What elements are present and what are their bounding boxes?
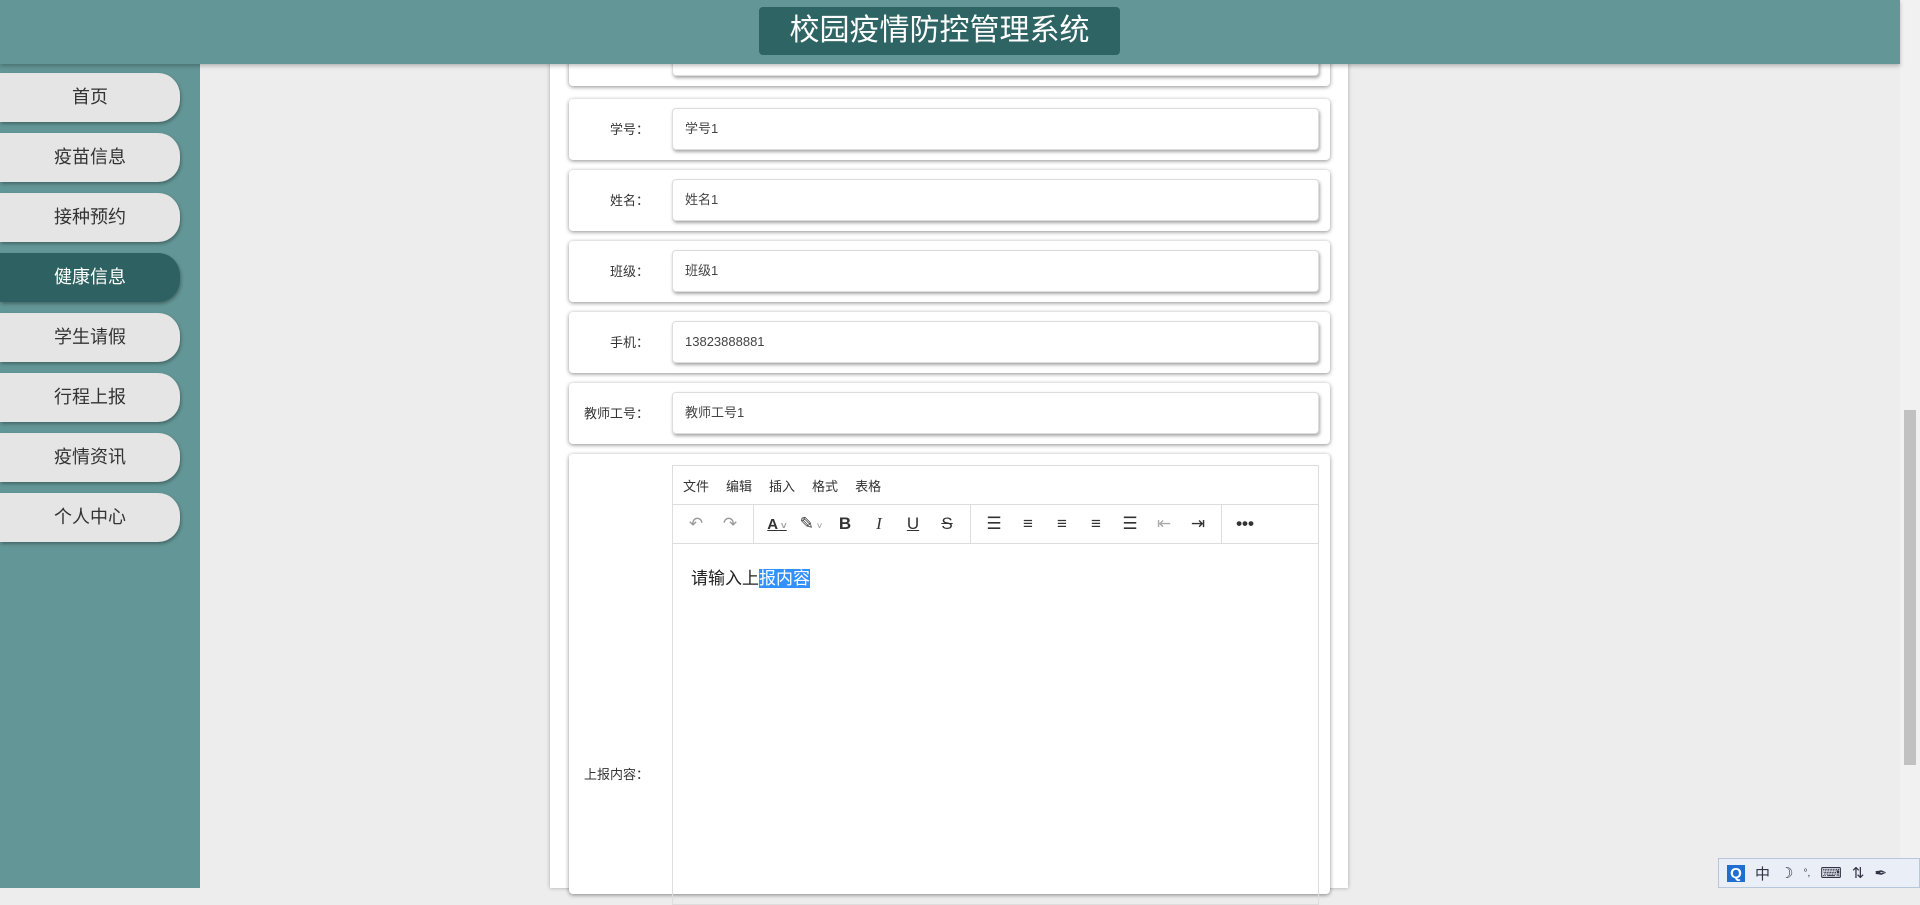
more-icon[interactable]: ••• — [1228, 514, 1262, 534]
menu-file[interactable]: 文件 — [683, 476, 709, 495]
tools-icon[interactable]: ✒ — [1874, 864, 1887, 882]
rich-text-editor: 文件 编辑 插入 格式 表格 ↶ ↷ A ˅ ✎ ˅ B I U S ☰ ≡ ≡… — [672, 465, 1319, 905]
class-input[interactable]: 班级1 — [672, 250, 1319, 292]
menu-insert[interactable]: 插入 — [769, 476, 795, 495]
form-row-name: 姓名： 姓名1 — [569, 170, 1330, 231]
field-label: 教师工号： — [583, 406, 649, 421]
sidebar-item-itinerary-report[interactable]: 行程上报 — [0, 373, 180, 422]
form-row-student-id: 学号： 学号1 — [569, 99, 1330, 160]
scrollbar-thumb[interactable] — [1904, 410, 1916, 765]
align-right-icon[interactable]: ≡ — [1079, 514, 1113, 534]
editor-text: 请输入上 — [691, 569, 759, 588]
editor-content[interactable]: 请输入上报内容 — [673, 544, 1318, 609]
text-color-icon[interactable]: A ˅ — [760, 516, 794, 533]
student-id-input[interactable]: 学号1 — [672, 108, 1319, 150]
page-scrollbar[interactable] — [1900, 0, 1920, 888]
form-row-report-content: 上报内容： 文件 编辑 插入 格式 表格 ↶ ↷ A ˅ ✎ ˅ B I U S… — [569, 454, 1330, 905]
strikethrough-icon[interactable]: S — [930, 514, 964, 534]
highlight-color-icon[interactable]: ✎ ˅ — [794, 514, 828, 534]
name-input[interactable]: 姓名1 — [672, 179, 1319, 221]
field-label: 上报内容： — [583, 767, 649, 782]
sidebar-item-personal-center[interactable]: 个人中心 — [0, 493, 180, 542]
underline-icon[interactable]: U — [896, 514, 930, 534]
punctuation-icon[interactable]: °, — [1803, 868, 1810, 879]
editor-menubar: 文件 编辑 插入 格式 表格 — [673, 466, 1318, 505]
menu-table[interactable]: 表格 — [855, 476, 881, 495]
sidebar-item-student-leave[interactable]: 学生请假 — [0, 313, 180, 362]
keyboard-icon[interactable]: ⌨ — [1820, 864, 1842, 882]
header: 校园疫情防控管理系统 — [0, 0, 1900, 64]
sidebar-item-vaccine-info[interactable]: 疫苗信息 — [0, 133, 180, 182]
voice-icon[interactable]: ⇅ — [1852, 864, 1865, 882]
editor-toolbar: ↶ ↷ A ˅ ✎ ˅ B I U S ☰ ≡ ≡ ≡ ☰ ⇤ ⇥ ••• — [673, 505, 1318, 544]
align-left-icon[interactable]: ≡ — [1011, 514, 1045, 534]
italic-icon[interactable]: I — [862, 514, 896, 534]
ime-logo-icon[interactable]: Q — [1727, 864, 1745, 882]
menu-edit[interactable]: 编辑 — [726, 476, 752, 495]
sidebar: 首页 疫苗信息 接种预约 健康信息 学生请假 行程上报 疫情资讯 个人中心 — [0, 64, 200, 888]
menu-format[interactable]: 格式 — [812, 476, 838, 495]
line-height-icon[interactable]: ☰ — [977, 514, 1011, 534]
redo-icon[interactable]: ↷ — [713, 514, 747, 534]
sidebar-item-vaccination-booking[interactable]: 接种预约 — [0, 193, 180, 242]
ime-toolbar: Q 中 ☽ °, ⌨ ⇅ ✒ — [1718, 858, 1920, 888]
teacher-id-input[interactable]: 教师工号1 — [672, 392, 1319, 434]
align-justify-icon[interactable]: ☰ — [1113, 514, 1147, 534]
sidebar-item-home[interactable]: 首页 — [0, 73, 180, 122]
form-row-class: 班级： 班级1 — [569, 241, 1330, 302]
align-center-icon[interactable]: ≡ — [1045, 514, 1079, 534]
field-label: 班级： — [609, 264, 649, 279]
field-label: 学号： — [609, 122, 649, 137]
editor-selected-text: 报内容 — [759, 569, 810, 588]
phone-input[interactable]: 13823888881 — [672, 321, 1319, 363]
form-row-phone: 手机： 13823888881 — [569, 312, 1330, 373]
undo-icon[interactable]: ↶ — [679, 514, 713, 534]
field-label: 手机： — [609, 335, 649, 350]
indent-icon[interactable]: ⇥ — [1181, 514, 1215, 534]
form-panel: 学号： 学号1 姓名： 姓名1 班级： 班级1 手机： 13823888881 … — [550, 0, 1348, 905]
bold-icon[interactable]: B — [828, 514, 862, 534]
field-label: 姓名： — [609, 193, 649, 208]
outdent-icon[interactable]: ⇤ — [1147, 514, 1181, 534]
sidebar-item-epidemic-news[interactable]: 疫情资讯 — [0, 433, 180, 482]
moon-icon[interactable]: ☽ — [1780, 864, 1793, 882]
app-title: 校园疫情防控管理系统 — [759, 7, 1120, 55]
form-row-teacher-id: 教师工号： 教师工号1 — [569, 383, 1330, 444]
ime-chinese-mode[interactable]: 中 — [1755, 863, 1770, 884]
sidebar-item-health-info[interactable]: 健康信息 — [0, 253, 180, 302]
